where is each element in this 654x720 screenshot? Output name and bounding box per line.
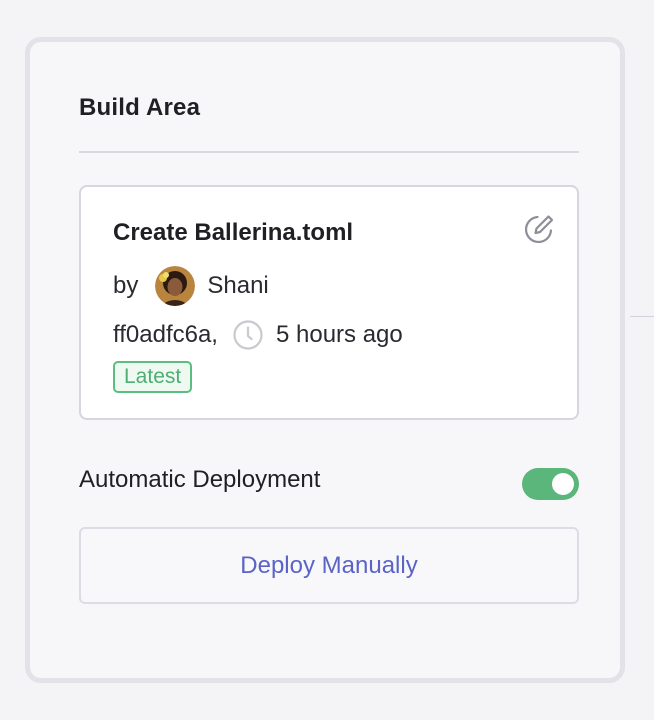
- panel-title: Build Area: [79, 94, 201, 121]
- clock-icon: [233, 320, 263, 350]
- commit-hash: ff0adfc6a,: [113, 321, 218, 348]
- automatic-deployment-toggle[interactable]: [522, 468, 579, 500]
- avatar: [155, 266, 196, 306]
- commit-card: Create Ballerina.toml by Shani ff0adfc6a…: [79, 185, 579, 420]
- commit-meta-row: ff0adfc6a, 5 hours ago: [113, 317, 403, 353]
- toggle-knob: [552, 473, 574, 495]
- title-divider: [79, 151, 579, 153]
- deploy-manually-button[interactable]: Deploy Manually: [79, 527, 579, 604]
- latest-badge: Latest: [113, 361, 193, 393]
- commit-title: Create Ballerina.toml: [113, 219, 354, 246]
- automatic-deployment-label: Automatic Deployment: [79, 466, 321, 493]
- build-area-panel: Build Area Create Ballerina.toml by Shan…: [25, 37, 625, 683]
- author-row: by Shani: [113, 265, 269, 307]
- connector-line: [630, 316, 654, 317]
- edit-icon[interactable]: [521, 211, 557, 247]
- author-name: Shani: [207, 272, 269, 299]
- commit-time: 5 hours ago: [275, 321, 403, 348]
- by-label: by: [113, 272, 139, 299]
